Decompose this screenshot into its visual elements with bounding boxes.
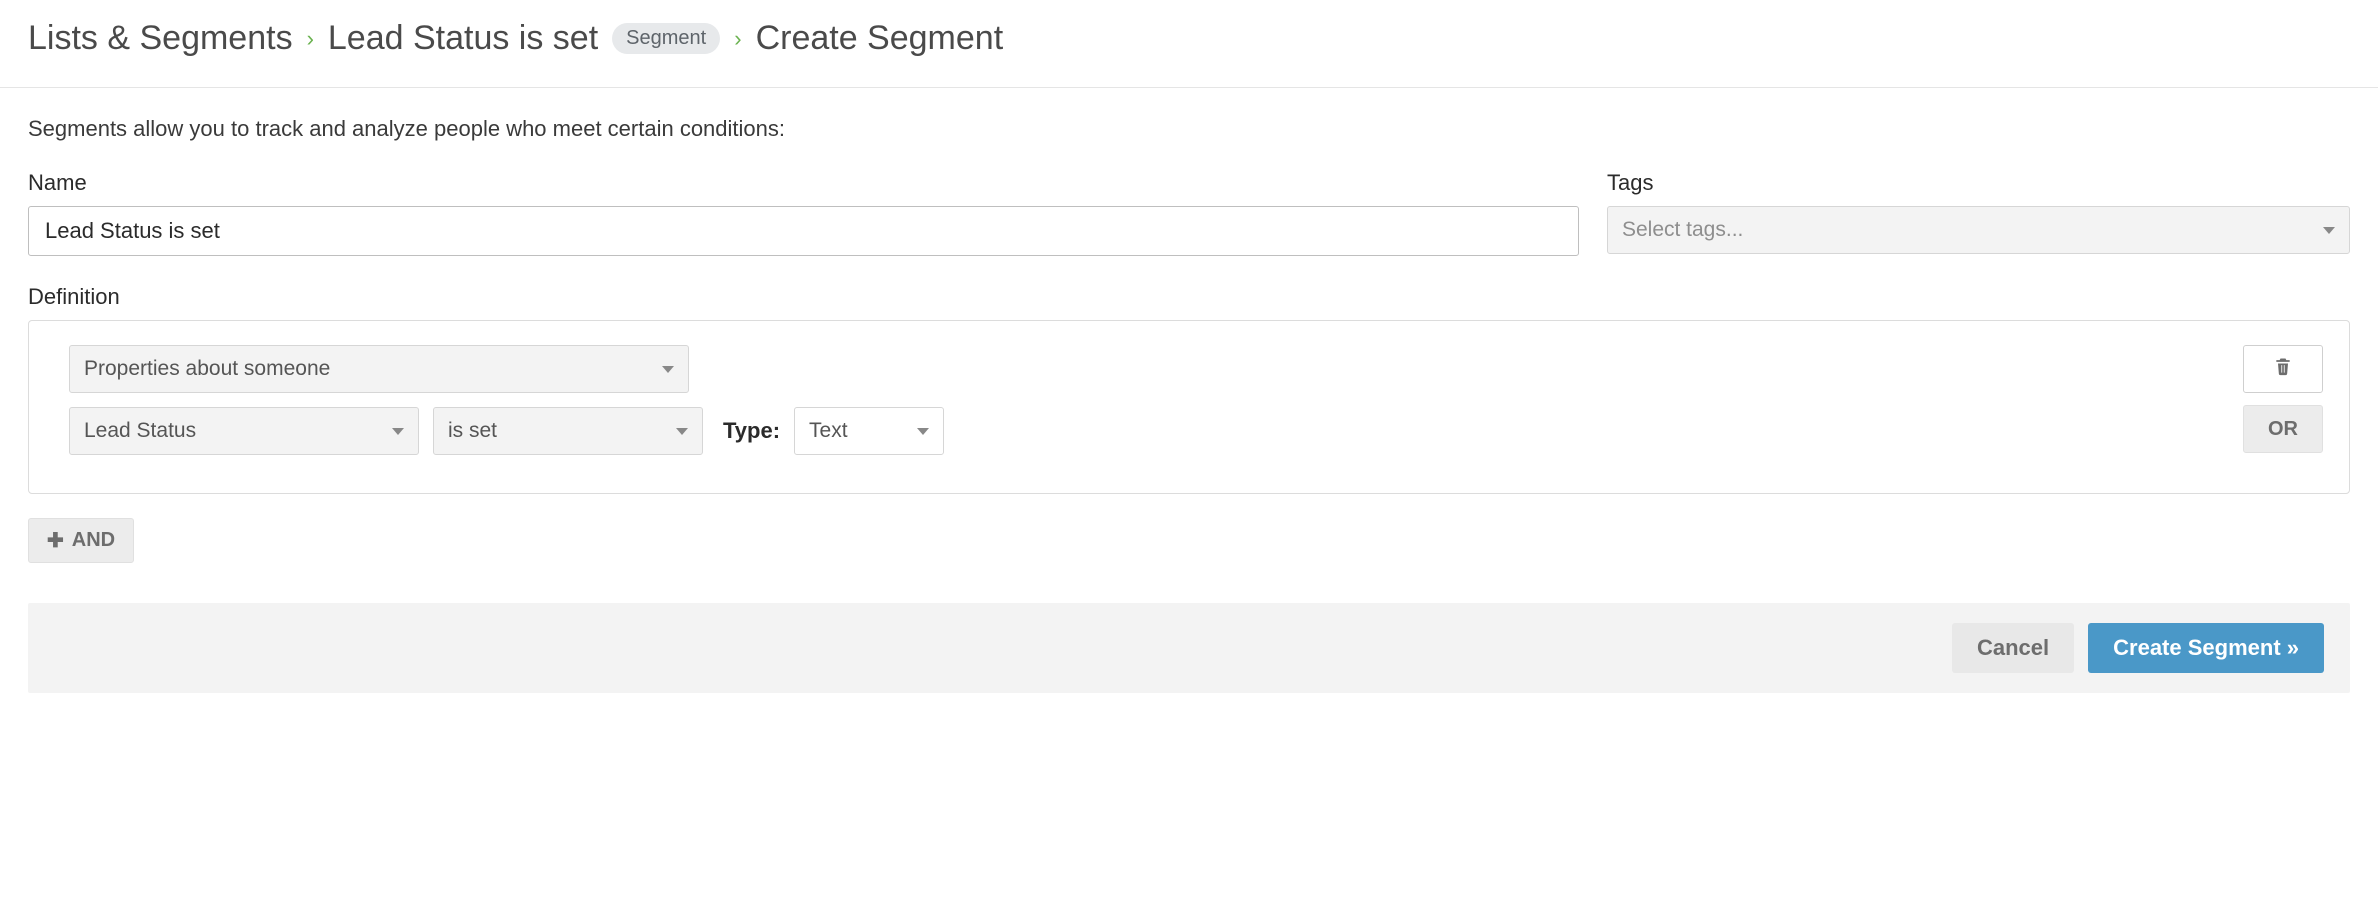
name-label: Name [28, 170, 1579, 196]
property-value: Lead Status [84, 419, 196, 443]
plus-icon: ✚ [47, 531, 64, 551]
breadcrumb-root[interactable]: Lists & Segments [28, 20, 293, 57]
chevron-right-icon: › [307, 28, 314, 50]
chevron-down-icon [917, 428, 929, 435]
chevron-down-icon [392, 428, 404, 435]
breadcrumb-parent[interactable]: Lead Status is set [328, 20, 598, 57]
and-button[interactable]: ✚ AND [28, 518, 134, 563]
trash-icon [2273, 355, 2293, 383]
definition-card: Properties about someone Lead Status is … [28, 320, 2350, 494]
breadcrumb-current: Create Segment [756, 20, 1004, 57]
chevron-down-icon [662, 366, 674, 373]
segment-badge: Segment [612, 23, 720, 54]
definition-label: Definition [28, 284, 2350, 310]
footer-bar: Cancel Create Segment » [28, 603, 2350, 693]
and-label: AND [72, 529, 115, 552]
type-select[interactable]: Text [794, 407, 944, 455]
delete-condition-button[interactable] [2243, 345, 2323, 393]
type-label: Type: [723, 418, 780, 444]
tags-label: Tags [1607, 170, 2350, 196]
operator-select[interactable]: is set [433, 407, 703, 455]
chevron-down-icon [2323, 227, 2335, 234]
type-value: Text [809, 419, 848, 443]
condition-type-select[interactable]: Properties about someone [69, 345, 689, 393]
or-button[interactable]: OR [2243, 405, 2323, 453]
tags-select[interactable]: Select tags... [1607, 206, 2350, 254]
tags-placeholder: Select tags... [1622, 218, 1743, 242]
chevron-down-icon [676, 428, 688, 435]
property-select[interactable]: Lead Status [69, 407, 419, 455]
cancel-button[interactable]: Cancel [1952, 623, 2074, 673]
condition-type-value: Properties about someone [84, 357, 330, 381]
intro-text: Segments allow you to track and analyze … [28, 116, 2350, 142]
breadcrumb: Lists & Segments › Lead Status is set Se… [0, 20, 2378, 88]
chevron-right-icon: › [734, 28, 741, 50]
or-label: OR [2268, 418, 2298, 441]
create-segment-button[interactable]: Create Segment » [2088, 623, 2324, 673]
operator-value: is set [448, 419, 497, 443]
name-input[interactable] [28, 206, 1579, 256]
